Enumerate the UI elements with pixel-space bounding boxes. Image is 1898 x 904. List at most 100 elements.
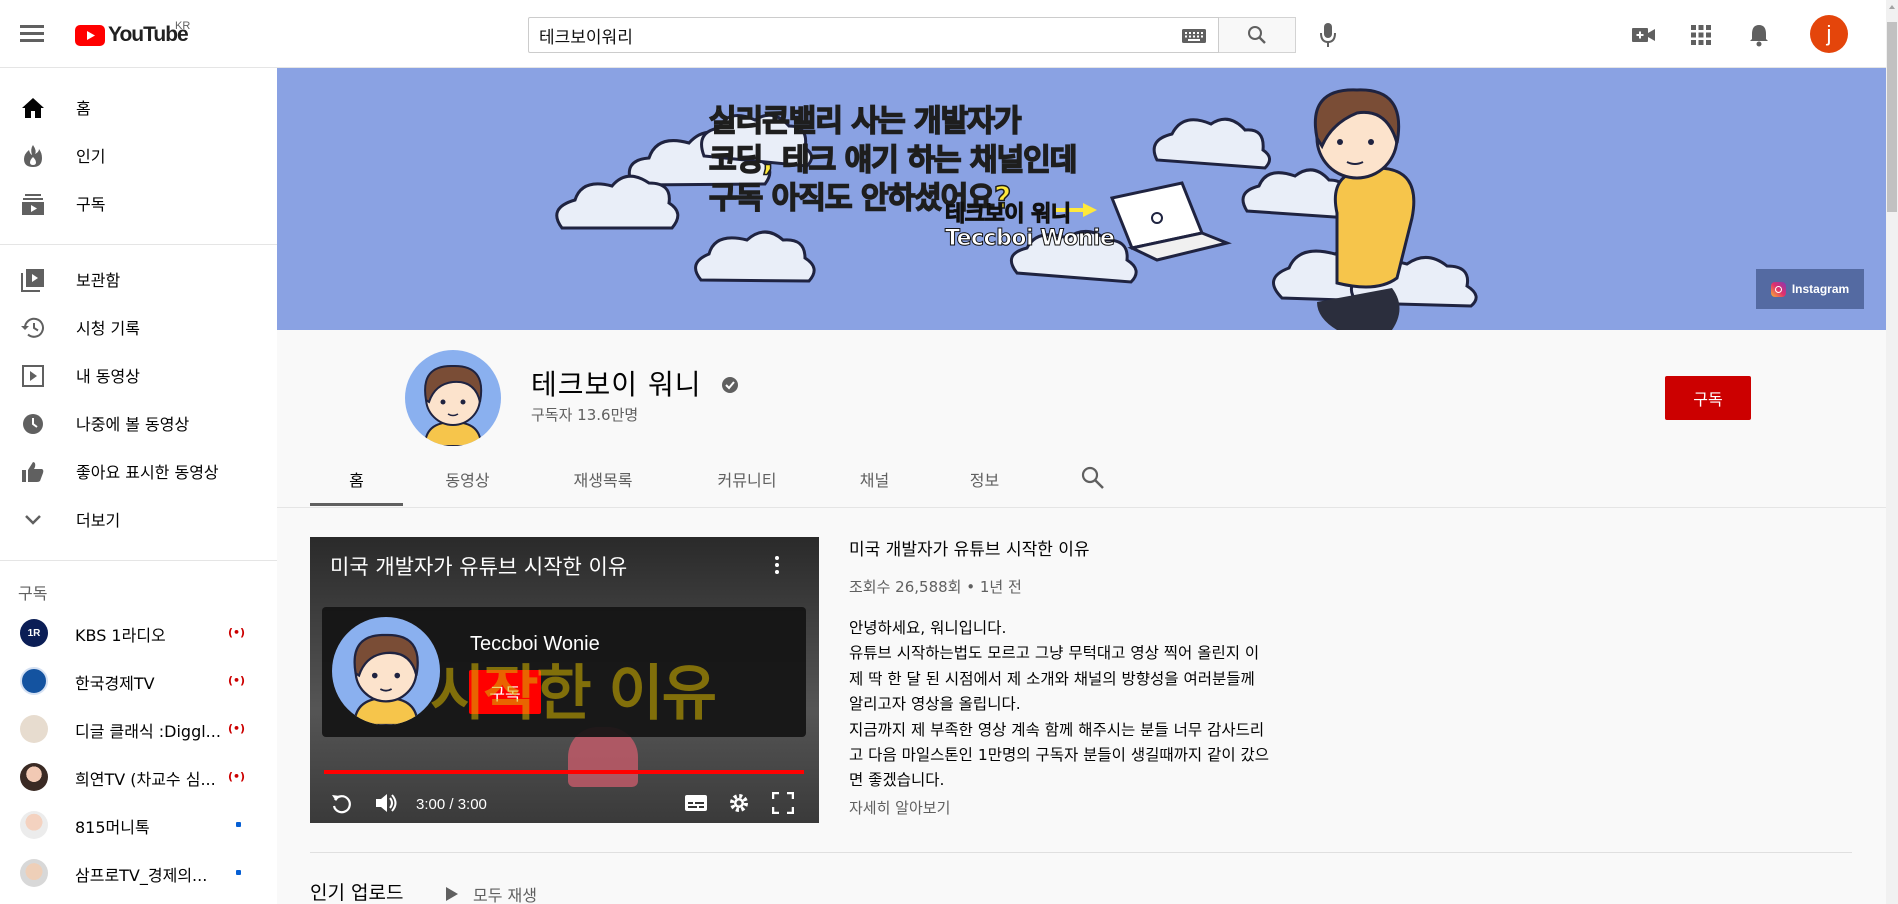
your-videos-icon bbox=[20, 363, 46, 389]
sidebar-item-label: 인기 bbox=[76, 147, 106, 166]
subscription-label: KBS 1라디오 bbox=[75, 626, 166, 645]
boy-avatar-icon bbox=[353, 633, 419, 725]
subscriptions-section-title: 구독 bbox=[18, 584, 48, 603]
sidebar-item-liked[interactable]: 좋아요 표시한 동영상 bbox=[0, 447, 277, 495]
apps-grid-icon bbox=[1691, 25, 1711, 45]
subscription-item[interactable]: 디글 클래식 :Diggl... (•) bbox=[0, 705, 277, 753]
youtube-logo[interactable]: YouTube KR bbox=[75, 20, 190, 50]
subscription-label: 삼프로TV_경제의... bbox=[75, 866, 208, 885]
live-icon: (•) bbox=[228, 674, 246, 687]
sidebar-item-label: 보관함 bbox=[76, 271, 121, 290]
card-avatar bbox=[332, 617, 440, 725]
channel-search-icon[interactable] bbox=[1080, 465, 1106, 491]
sidebar-item-label: 구독 bbox=[76, 195, 106, 214]
live-icon: (•) bbox=[228, 626, 246, 639]
section-title[interactable]: 인기 업로드 bbox=[310, 878, 403, 904]
channel-avatar bbox=[20, 811, 48, 839]
description-line: 알리고자 영상을 올립니다. bbox=[849, 695, 1021, 714]
banner-signature-en: Teccboi Wonie bbox=[944, 226, 1115, 252]
apps-button[interactable] bbox=[1686, 20, 1716, 50]
mic-button[interactable] bbox=[1314, 20, 1342, 50]
sidebar-item-your-videos[interactable]: 내 동영상 bbox=[0, 351, 277, 399]
channel-avatar bbox=[20, 763, 48, 791]
channel-avatar[interactable] bbox=[405, 350, 501, 446]
featured-video-title[interactable]: 미국 개발자가 유튜브 시작한 이유 bbox=[849, 535, 1090, 560]
search-icon bbox=[1248, 26, 1266, 44]
liked-icon bbox=[20, 459, 46, 485]
keyboard-icon[interactable] bbox=[1181, 28, 1207, 44]
sidebar-item-more[interactable]: 더보기 bbox=[0, 495, 277, 543]
more-vert-icon[interactable] bbox=[775, 555, 779, 575]
sidebar-item-library[interactable]: 보관함 bbox=[0, 255, 277, 303]
sidebar-item-label: 시청 기록 bbox=[76, 319, 140, 338]
subscriber-count: 구독자 13.6만명 bbox=[531, 406, 639, 424]
watch-later-icon bbox=[20, 411, 46, 437]
scrollbar-thumb[interactable] bbox=[1887, 22, 1897, 212]
video-progress-bar[interactable] bbox=[324, 770, 804, 774]
sidebar-item-label: 홈 bbox=[76, 99, 91, 118]
masthead: YouTube KR j bbox=[0, 0, 1886, 68]
section-divider bbox=[310, 852, 1852, 853]
subscription-item[interactable]: 한국경제TV (•) bbox=[0, 657, 277, 705]
divider bbox=[0, 244, 277, 245]
search-button[interactable] bbox=[1219, 17, 1296, 53]
sidebar-item-trending[interactable]: 인기 bbox=[0, 131, 277, 179]
account-avatar[interactable]: j bbox=[1810, 15, 1848, 53]
tab-about[interactable]: 정보 bbox=[957, 462, 1012, 506]
sidebar: 홈 인기 구독 보관함 시청 기록 내 동영상 나중에 볼 동영상 좋아요 표시… bbox=[0, 68, 277, 904]
sidebar-item-home[interactable]: 홈 bbox=[0, 83, 277, 131]
read-more-link[interactable]: 자세히 알아보기 bbox=[849, 797, 950, 818]
video-overlay-title: 미국 개발자가 유튜브 시작한 이유 bbox=[330, 555, 628, 579]
search-box bbox=[528, 17, 1219, 53]
instagram-icon bbox=[1770, 281, 1786, 297]
live-icon: (•) bbox=[228, 770, 246, 783]
description-line: 안녕하세요, 워니입니다. bbox=[849, 619, 1007, 637]
subscription-item[interactable]: 815머니톡 bbox=[0, 801, 277, 849]
sidebar-item-watch-later[interactable]: 나중에 볼 동영상 bbox=[0, 399, 277, 447]
sidebar-item-subscriptions[interactable]: 구독 bbox=[0, 179, 277, 227]
instagram-link[interactable]: Instagram bbox=[1756, 269, 1864, 309]
featured-video-meta: 조회수 26,588회 • 1년 전 bbox=[849, 578, 1022, 596]
play-all-button[interactable]: 모두 재생 bbox=[445, 882, 537, 904]
tab-home[interactable]: 홈 bbox=[310, 462, 403, 506]
library-icon bbox=[20, 267, 46, 293]
history-icon bbox=[20, 315, 46, 341]
bell-icon bbox=[1750, 25, 1768, 47]
scroll-up-arrow-icon[interactable] bbox=[1886, 0, 1898, 14]
subscription-item[interactable]: 희연TV (차교수 심... (•) bbox=[0, 753, 277, 801]
sidebar-item-label: 더보기 bbox=[76, 511, 121, 530]
description-line: 고 다음 마일스톤인 1만명의 구독자 분들이 생길때까지 같이 갔으 bbox=[849, 746, 1270, 765]
replay-icon[interactable] bbox=[330, 792, 352, 814]
video-background-text: 시작한 이유 bbox=[430, 659, 717, 729]
subtitles-icon[interactable] bbox=[685, 795, 707, 811]
notifications-button[interactable] bbox=[1744, 20, 1774, 50]
subscribe-button[interactable]: 구독 bbox=[1665, 376, 1751, 420]
tab-videos[interactable]: 동영상 bbox=[424, 462, 511, 506]
subscription-item[interactable]: 1R KBS 1라디오 (•) bbox=[0, 609, 277, 657]
subscription-item[interactable]: 삼프로TV_경제의... bbox=[0, 849, 277, 897]
live-icon: (•) bbox=[228, 722, 246, 735]
trending-icon bbox=[20, 143, 46, 169]
tab-community[interactable]: 커뮤니티 bbox=[697, 462, 797, 506]
subscription-label: 디글 클래식 :Diggl... bbox=[75, 722, 221, 741]
play-icon bbox=[446, 887, 458, 901]
menu-icon[interactable] bbox=[20, 24, 44, 44]
tab-playlists[interactable]: 재생목록 bbox=[556, 462, 650, 506]
tab-channels[interactable]: 채널 bbox=[847, 462, 902, 506]
video-camera-icon bbox=[1632, 28, 1655, 42]
featured-video-description: 안녕하세요, 워니입니다. 유튜브 시작하는법도 모르고 그냥 무턱대고 영상 … bbox=[849, 616, 1329, 794]
channel-avatar bbox=[20, 859, 48, 887]
channel-banner: 실리콘밸리 사는 개발자가 코딩, 테크 얘기 하는 채널인데 구독 아직도 안… bbox=[277, 68, 1886, 330]
featured-video-player[interactable]: 미국 개발자가 유튜브 시작한 이유 Teccboi Wonie 구독 시작한 … bbox=[310, 537, 819, 823]
volume-icon[interactable] bbox=[374, 792, 398, 814]
description-line: 제 딱 한 달 된 시점에서 제 소개와 채널의 방향성을 여러분들께 bbox=[849, 669, 1255, 688]
new-content-dot bbox=[236, 870, 241, 875]
create-video-button[interactable] bbox=[1629, 20, 1659, 50]
search-input[interactable] bbox=[529, 18, 1169, 52]
sidebar-item-history[interactable]: 시청 기록 bbox=[0, 303, 277, 351]
sidebar-item-label: 나중에 볼 동영상 bbox=[76, 415, 190, 434]
settings-gear-icon[interactable] bbox=[728, 792, 750, 814]
mic-icon bbox=[1320, 23, 1336, 47]
fullscreen-icon[interactable] bbox=[772, 792, 794, 814]
subscriptions-icon bbox=[20, 191, 46, 217]
